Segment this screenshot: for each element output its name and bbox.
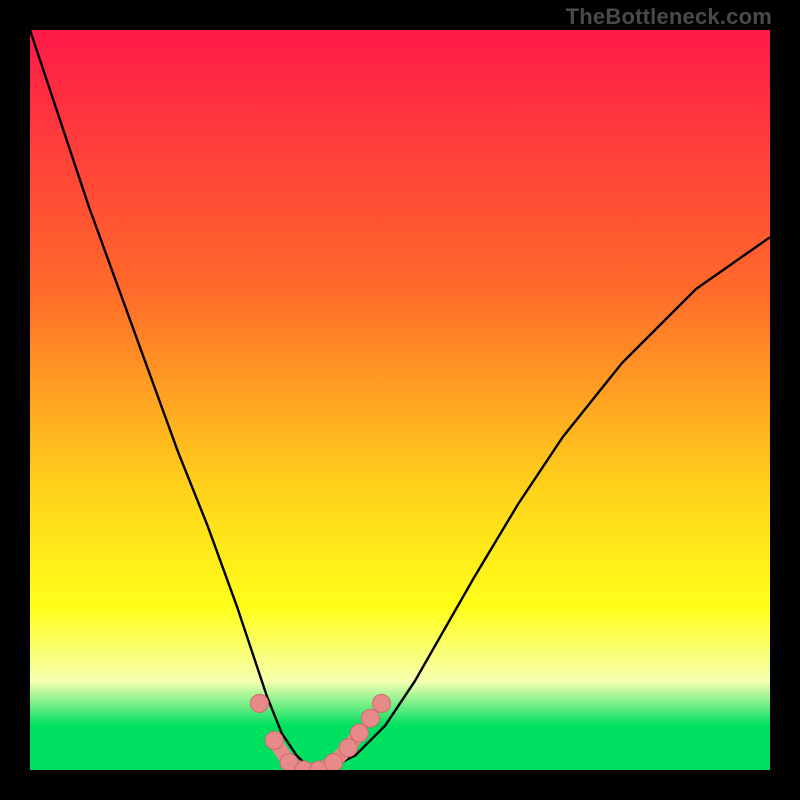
marker-dot — [350, 724, 368, 742]
chart-svg — [30, 30, 770, 770]
marker-dot — [339, 739, 357, 757]
gradient-background — [30, 30, 770, 770]
marker-dot — [373, 694, 391, 712]
chart-plot-area — [30, 30, 770, 770]
watermark-text: TheBottleneck.com — [566, 4, 772, 30]
marker-dot — [265, 731, 283, 749]
marker-dot — [361, 709, 379, 727]
marker-dot — [250, 694, 268, 712]
marker-dot — [324, 754, 342, 770]
outer-frame: TheBottleneck.com — [0, 0, 800, 800]
